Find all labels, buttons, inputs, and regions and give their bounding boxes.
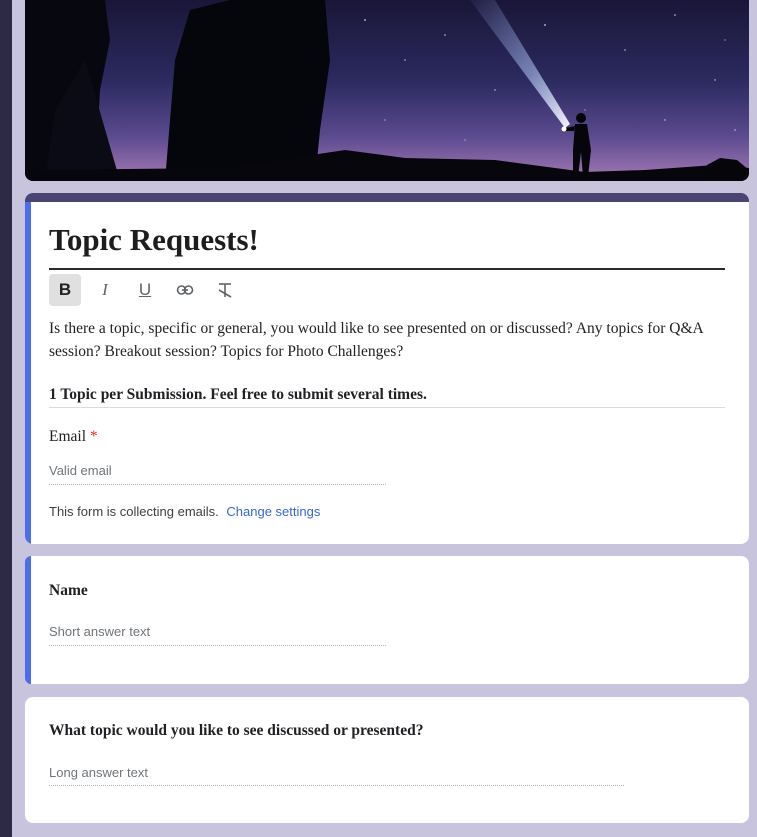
long-answer-line [49,785,624,786]
email-label: Email * [49,428,98,446]
description-divider [49,407,725,408]
link-button[interactable] [169,274,201,306]
short-answer-line [49,645,386,646]
question-label-topic[interactable]: What topic would you like to see discuss… [49,722,423,740]
clear-format-icon [218,283,232,298]
form-description[interactable]: Is there a topic, specific or general, y… [49,317,725,363]
header-night-sky-image [25,0,749,181]
long-answer-placeholder: Long answer text [49,765,149,780]
collecting-emails-text: This form is collecting emails. [49,504,219,519]
underline-button[interactable]: U [129,274,161,306]
required-asterisk: * [89,428,98,445]
form-note[interactable]: 1 Topic per Submission. Feel free to sub… [49,386,725,404]
bold-icon: B [58,280,72,299]
underline-icon: U [138,280,152,299]
email-label-text: Email [49,428,87,445]
question-card-name[interactable] [25,556,749,684]
short-answer-placeholder: Short answer text [49,624,151,639]
email-input-line [49,484,386,485]
italic-icon: I [102,280,108,299]
title-underline [49,268,725,270]
question-label-name[interactable]: Name [49,582,88,600]
form-title[interactable]: Topic Requests! [49,222,259,258]
format-toolbar: B I U [49,274,241,306]
clear-format-button[interactable] [209,274,241,306]
question-card-topic[interactable] [25,697,749,823]
italic-button[interactable]: I [89,274,121,306]
change-settings-link[interactable]: Change settings [226,504,320,519]
header-image [25,0,749,181]
link-icon [176,285,194,295]
title-card-header-bar [25,193,749,202]
email-placeholder[interactable]: Valid email [49,463,112,478]
bold-button[interactable]: B [49,274,81,306]
left-rail [0,0,12,837]
collecting-emails-notice: This form is collecting emails. Change s… [49,504,320,519]
